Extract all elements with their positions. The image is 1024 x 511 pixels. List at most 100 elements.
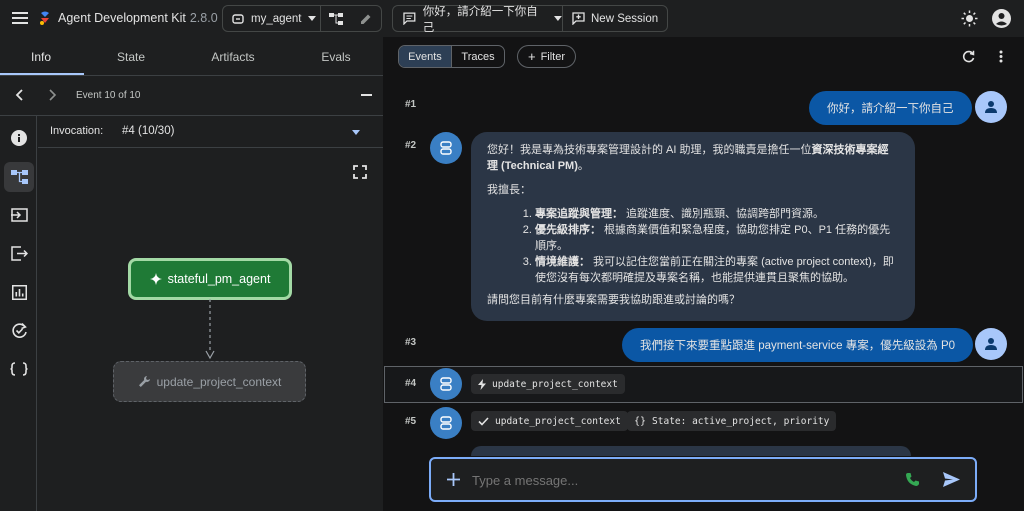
graph-node-tool[interactable]: update_project_context [113, 361, 306, 402]
list-item: 專案追蹤與管理： 追蹤進度、識別瓶頸、協調跨部門資源。 [535, 206, 899, 222]
plus-icon [447, 473, 460, 486]
bot-intro: 您好！我是專為技術專案管理設計的 AI 助理，我的職責是擔任一位資深技術專案經理… [487, 142, 899, 174]
wrench-icon [138, 376, 150, 387]
traces-toggle-button[interactable]: Traces [452, 46, 504, 67]
invocation-label: Invocation: [50, 125, 104, 137]
info-icon [11, 130, 27, 146]
robot-icon [232, 13, 244, 24]
app-version: 2.8.0 [189, 11, 218, 25]
robot-icon [440, 416, 452, 430]
menu-icon[interactable] [12, 11, 28, 25]
list-item-text: 追蹤進度、識別瓶頸、協調跨部門資源。 [623, 208, 825, 220]
user-avatar [975, 91, 1007, 123]
person-icon [985, 338, 997, 350]
tab-evals-label: Evals [321, 49, 351, 64]
output-icon [10, 245, 28, 261]
rail-json-button[interactable] [4, 354, 34, 384]
tab-evals[interactable]: Evals [296, 38, 376, 75]
user-message-bubble[interactable]: 你好，請介紹一下你自己 [809, 91, 972, 125]
agent-selector-value: my_agent [251, 12, 302, 25]
refresh-icon[interactable] [962, 50, 975, 63]
bot-avatar [430, 407, 462, 439]
graph-node-label: stateful_pm_agent [167, 272, 271, 286]
function-call-name: update_project_context [492, 378, 618, 390]
traces-toggle-label: Traces [461, 50, 495, 63]
robot-icon [440, 141, 452, 155]
message-index: #5 [405, 416, 417, 427]
rail-graph-button[interactable] [4, 162, 34, 192]
agent-selector-group: my_agent [222, 5, 382, 32]
send-icon [943, 472, 960, 487]
function-call-chip[interactable]: update_project_context [471, 374, 625, 394]
user-message-bubble[interactable]: 我們接下來要重點跟進 payment-service 專案，優先級設為 P0 [622, 328, 974, 362]
bot-closing: 請問您目前有什麼專案需要我協助跟進或討論的嗎？ [487, 294, 740, 306]
bot-message-bubble[interactable]: 您好！我是專為技術專案管理設計的 AI 助理，我的職責是擔任一位資深技術專案經理… [471, 132, 915, 321]
user-message-text: 你好，請介紹一下你自己 [827, 103, 954, 115]
tab-state[interactable]: State [92, 38, 170, 75]
account-icon[interactable] [992, 9, 1011, 28]
collapse-icon[interactable] [361, 94, 372, 96]
rail-response-button[interactable] [4, 238, 34, 268]
tab-artifacts[interactable]: Artifacts [190, 38, 276, 75]
data-object-icon [10, 362, 28, 376]
tab-state-label: State [116, 49, 146, 64]
rail-request-button[interactable] [4, 200, 34, 230]
events-toggle-button[interactable]: Events [399, 46, 452, 67]
chat-icon [403, 12, 416, 25]
filter-label: Filter [540, 50, 566, 63]
message-index: #3 [405, 337, 417, 348]
bot-intro-text: 您好！我是專為技術專案管理設計的 AI 助理，我的職責是擔任一位 [487, 144, 812, 156]
fullscreen-icon[interactable] [353, 165, 367, 179]
function-response-name: update_project_context [495, 415, 621, 427]
agent-graph-button[interactable] [321, 6, 351, 31]
message-input[interactable] [470, 468, 870, 492]
plus-icon: + [527, 48, 536, 64]
edit-agent-button[interactable] [351, 6, 381, 31]
rail-metrics-button[interactable] [4, 277, 34, 307]
bot-message-bubble-partial [471, 446, 911, 456]
chevron-left-icon [15, 89, 23, 101]
events-toggle-label: Events [408, 50, 442, 63]
function-response-chip[interactable]: update_project_context [471, 411, 628, 431]
app-title: Agent Development Kit 2.8.0 [58, 11, 218, 25]
tab-info[interactable]: Info [0, 38, 82, 75]
session-title-button[interactable]: 你好，請介紹一下你自己 [393, 6, 563, 34]
light-mode-icon[interactable] [961, 10, 978, 27]
list-item: 情境維護： 我可以記住您當前正在關注的專案 (active project co… [535, 254, 899, 286]
person-icon [985, 101, 997, 113]
event-counter: Event 10 of 10 [76, 90, 141, 101]
tab-info-label: Info [30, 49, 51, 64]
call-button[interactable] [905, 472, 920, 487]
rail-eval-button[interactable] [4, 315, 34, 345]
rail-info-button[interactable] [4, 123, 34, 153]
agent-selector[interactable]: my_agent [223, 6, 321, 31]
check-icon [478, 416, 489, 426]
previous-event-button[interactable] [14, 89, 26, 101]
more-vert-icon[interactable] [999, 50, 1003, 63]
divider [0, 115, 383, 116]
chevron-down-icon[interactable] [352, 130, 360, 135]
edit-icon [361, 14, 371, 24]
divider [38, 147, 383, 148]
message-index: #1 [405, 99, 417, 110]
new-session-button[interactable]: New Session [563, 6, 667, 31]
bot-skills-heading: 我擅長： [487, 184, 531, 196]
bot-avatar [430, 132, 462, 164]
robot-icon [440, 377, 452, 391]
new-session-label: New Session [591, 12, 659, 25]
graph-icon [329, 12, 343, 25]
sparkle-icon [149, 273, 162, 285]
invocation-select-value[interactable]: #4 (10/30) [122, 125, 174, 137]
divider [0, 75, 383, 76]
rail-divider [36, 115, 37, 511]
next-event-button[interactable] [46, 89, 58, 101]
send-button[interactable] [943, 472, 960, 487]
state-delta-chip[interactable]: {} State: active_project, priority [627, 411, 837, 431]
filter-button[interactable]: + Filter [517, 45, 576, 68]
attach-button[interactable] [447, 473, 460, 486]
view-toggle: Events Traces [398, 45, 505, 68]
graph-node-root-agent[interactable]: stateful_pm_agent [128, 258, 292, 300]
graph-node-label: update_project_context [156, 374, 282, 389]
user-avatar [975, 328, 1007, 360]
data-object-icon: {} [634, 415, 647, 427]
